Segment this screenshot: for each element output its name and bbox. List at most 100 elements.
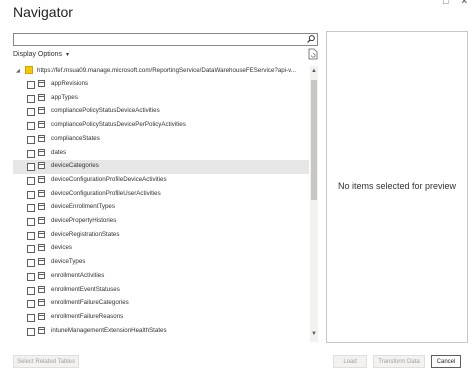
display-options-label: Display Options [13, 51, 63, 58]
checkbox[interactable] [27, 108, 35, 117]
select-related-tables-button[interactable]: Select Related Tables [13, 355, 79, 368]
checkbox[interactable] [27, 231, 35, 240]
transform-data-button[interactable]: Transform Data [373, 355, 425, 368]
checkbox[interactable] [27, 81, 35, 89]
checkbox[interactable] [27, 259, 35, 268]
table-icon [38, 134, 45, 142]
list-item[interactable]: intuneManagementExtensionHealthStates [13, 325, 309, 339]
checkbox[interactable] [27, 286, 35, 295]
checkbox[interactable] [27, 327, 35, 336]
checkbox[interactable] [27, 204, 35, 213]
list-item[interactable]: deviceConfigurationProfileDeviceActiviti… [13, 174, 309, 188]
list-item-label: deviceCategories [51, 162, 99, 170]
list-item-label: deviceTypes [51, 258, 86, 266]
list-item[interactable]: deviceEnrollmentTypes [13, 201, 309, 215]
refresh-icon[interactable] [308, 48, 318, 60]
list-item-label: deviceRegistrationStates [51, 230, 120, 238]
maximize-icon[interactable]: □ [443, 0, 448, 7]
table-icon [38, 148, 45, 156]
checkbox[interactable] [27, 190, 35, 199]
table-icon [38, 299, 45, 307]
list-item[interactable]: deviceRegistrationStates [13, 229, 309, 243]
scroll-up-icon[interactable]: ▲ [310, 67, 318, 75]
checkbox[interactable] [27, 94, 35, 103]
list-item[interactable]: enrollmentFailureCategories [13, 297, 309, 311]
list-item-label: compliancePolicyStatusDevicePerPolicyAct… [51, 121, 186, 129]
chevron-down-icon: ▾ [66, 52, 70, 58]
table-icon [38, 189, 45, 197]
checkbox[interactable] [27, 176, 35, 185]
table-icon [38, 107, 45, 115]
list-item[interactable]: enrollmentActivities [13, 270, 309, 284]
list-item-label: enrollmentEventStatuses [51, 285, 120, 293]
list-item[interactable]: deviceCategories [13, 160, 309, 174]
checkbox[interactable] [27, 135, 35, 144]
list-item[interactable]: devices [13, 242, 309, 256]
window-title: Navigator [13, 4, 73, 20]
scroll-thumb[interactable] [311, 80, 317, 200]
table-icon [38, 312, 45, 320]
list-item[interactable]: devicePropertyHistories [13, 215, 309, 229]
folder-icon [25, 66, 33, 74]
search-icon[interactable] [306, 33, 316, 45]
cancel-button[interactable]: Cancel [431, 355, 461, 368]
load-button[interactable]: Load [333, 355, 367, 368]
table-icon [38, 203, 45, 211]
table-icon [38, 285, 45, 293]
display-options-dropdown[interactable]: Display Options ▾ [13, 51, 69, 58]
list-item[interactable]: complianceStates [13, 133, 309, 147]
table-icon [38, 121, 45, 129]
list-item-label: devices [51, 244, 72, 252]
table-icon [38, 230, 45, 238]
list-item[interactable]: deviceConfigurationProfileUserActivities [13, 188, 309, 202]
list-item-label: compliancePolicyStatusDeviceActivities [51, 107, 160, 115]
tree-root-url: https://fef.msua09.manage.microsoft.com/… [37, 67, 296, 74]
close-icon[interactable]: ✕ [460, 0, 468, 7]
checkbox[interactable] [27, 245, 35, 254]
expand-arrow-icon[interactable]: ◢ [16, 68, 20, 74]
list-item-label: deviceConfigurationProfileUserActivities [51, 189, 161, 197]
checkbox[interactable] [27, 218, 35, 226]
table-icon [38, 162, 45, 170]
list-item[interactable]: compliancePolicyStatusDevicePerPolicyAct… [13, 119, 309, 133]
list-item[interactable]: enrollmentEventStatuses [13, 284, 309, 298]
list-item-label: enrollmentFailureReasons [51, 312, 124, 320]
list-item-label: deviceConfigurationProfileDeviceActiviti… [51, 175, 167, 183]
list-item-label: devicePropertyHistories [51, 217, 117, 224]
table-icon [38, 175, 45, 183]
list-item-label: enrollmentFailureCategories [51, 299, 129, 307]
table-icon [38, 326, 45, 334]
checkbox[interactable] [27, 313, 35, 322]
list-item[interactable]: deviceTypes [13, 256, 309, 270]
checkbox[interactable] [27, 149, 35, 158]
list-item[interactable]: enrollmentFailureReasons [13, 311, 309, 325]
list-item[interactable]: appRevisions [13, 78, 309, 92]
tree-root-node[interactable]: ◢ https://fef.msua09.manage.microsoft.co… [13, 66, 308, 76]
list-item[interactable]: dates [13, 147, 309, 161]
list-item[interactable]: appTypes [13, 92, 309, 106]
table-icon [38, 258, 45, 266]
scroll-down-icon[interactable]: ▼ [310, 330, 318, 338]
list-scrollbar[interactable]: ▲ ▼ [310, 66, 318, 342]
checkbox[interactable] [27, 163, 35, 172]
list-item-label: complianceStates [51, 134, 100, 142]
checkbox[interactable] [27, 300, 35, 309]
list-item-label: enrollmentActivities [51, 271, 105, 279]
table-icon [38, 80, 45, 87]
checkbox[interactable] [27, 272, 35, 281]
search-input[interactable] [13, 33, 318, 46]
table-icon [38, 244, 45, 252]
preview-pane: No items selected for preview [326, 31, 468, 343]
table-icon [38, 217, 45, 224]
list-item-label: intuneManagementExtensionHealthStates [51, 326, 167, 334]
list-item-label: appRevisions [51, 80, 89, 87]
checkbox[interactable] [27, 122, 35, 131]
list-item-label: deviceEnrollmentTypes [51, 203, 115, 211]
preview-message: No items selected for preview [337, 181, 457, 191]
table-icon [38, 93, 45, 101]
list-item-label: appTypes [51, 93, 78, 101]
table-icon [38, 271, 45, 279]
window-controls: □ ✕ [443, 0, 468, 7]
list-item-label: dates [51, 148, 67, 156]
list-item[interactable]: compliancePolicyStatusDeviceActivities [13, 105, 309, 119]
